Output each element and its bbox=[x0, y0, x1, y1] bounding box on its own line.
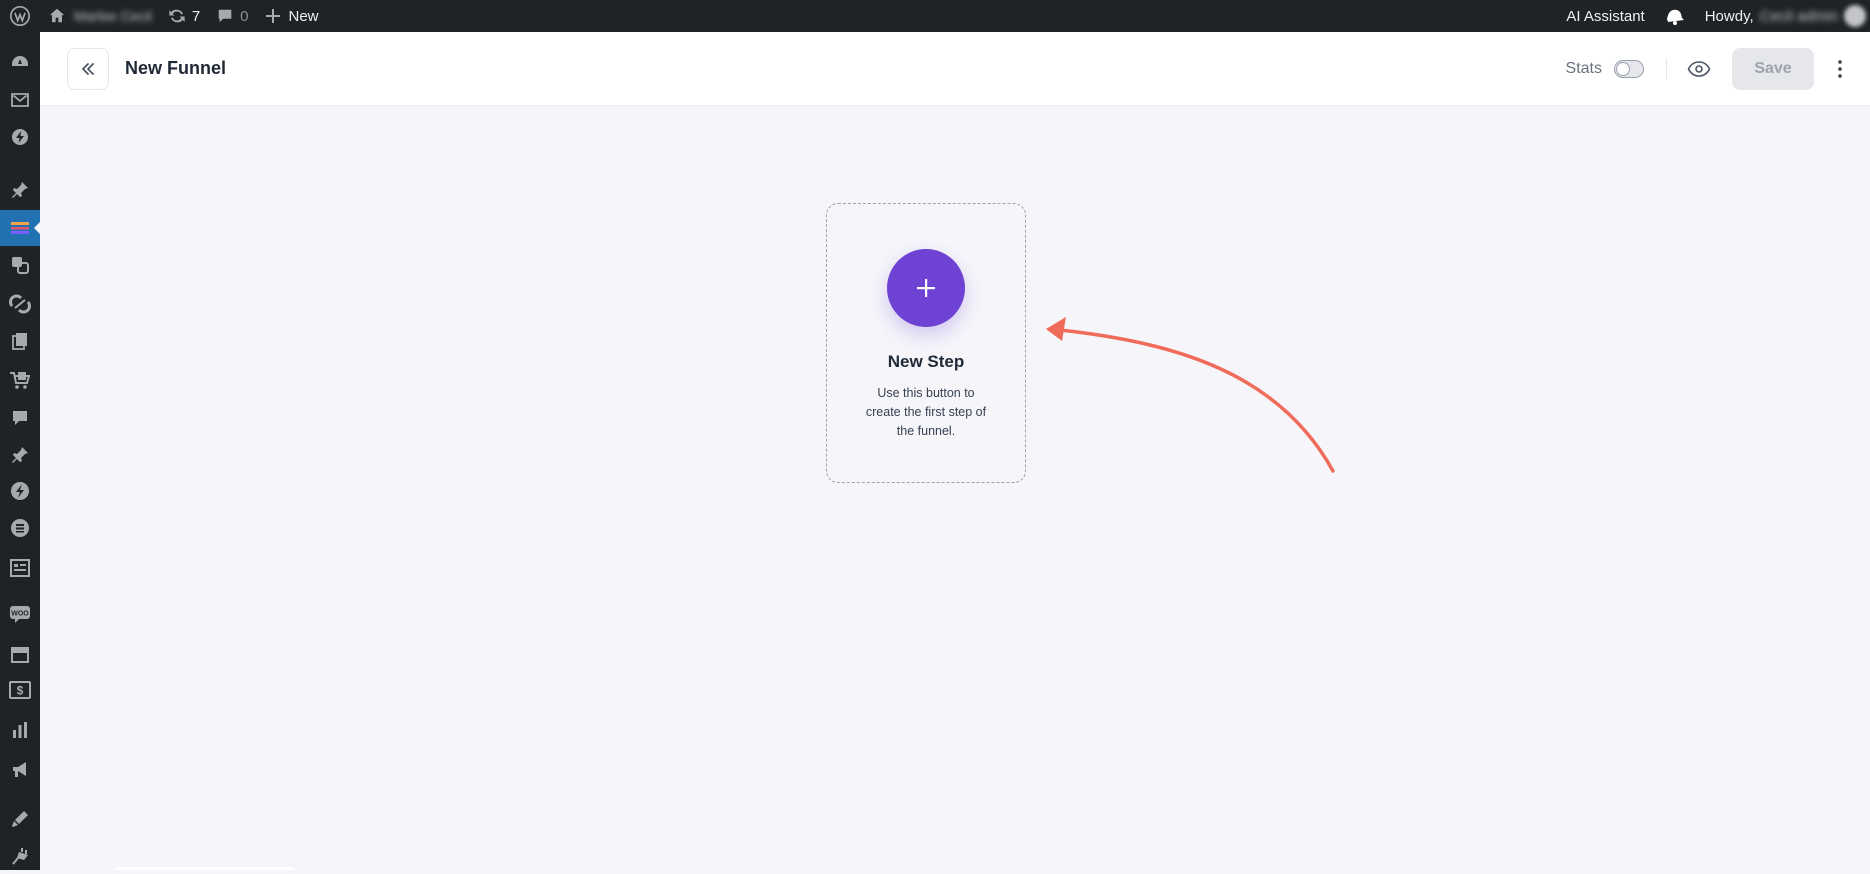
svg-text:WOO: WOO bbox=[11, 611, 29, 618]
pin-icon[interactable] bbox=[0, 437, 40, 473]
site-name-link[interactable]: Marlee Cecil bbox=[40, 0, 160, 32]
media-icon[interactable] bbox=[0, 247, 40, 283]
forms-icon[interactable] bbox=[0, 550, 40, 586]
back-button[interactable] bbox=[67, 47, 109, 90]
funnel-header: New Funnel Stats Save bbox=[40, 32, 1870, 106]
stats-toggle[interactable] bbox=[1614, 59, 1644, 78]
ai-assistant-link[interactable]: AI Assistant bbox=[1558, 0, 1656, 32]
archive-icon[interactable] bbox=[0, 636, 40, 672]
svg-text:$: $ bbox=[17, 684, 24, 698]
dashboard-icon[interactable] bbox=[0, 45, 40, 81]
avatar bbox=[1844, 5, 1866, 27]
site-name: Marlee Cecil bbox=[74, 8, 152, 24]
plus-icon bbox=[917, 279, 935, 297]
marketing-icon[interactable] bbox=[0, 751, 40, 787]
appearance-icon[interactable] bbox=[0, 801, 40, 837]
ai-assistant-label: AI Assistant bbox=[1566, 7, 1645, 25]
new-content-link[interactable]: New bbox=[257, 0, 327, 32]
chevrons-left-icon bbox=[82, 62, 94, 75]
new-label: New bbox=[288, 7, 319, 25]
lightning-icon[interactable] bbox=[0, 473, 40, 509]
stats-label: Stats bbox=[1565, 59, 1602, 77]
woo-icon[interactable]: WOO bbox=[0, 596, 40, 632]
wp-admin-bar: Marlee Cecil 7 0 New AI Assistant Howdy,… bbox=[0, 0, 1870, 32]
step-title: New Step bbox=[887, 352, 965, 371]
analytics-icon[interactable] bbox=[0, 712, 40, 748]
howdy-label: Howdy, bbox=[1704, 7, 1754, 25]
more-options-button[interactable] bbox=[1828, 59, 1852, 79]
new-step-card: New Step Use this button to create the f… bbox=[826, 203, 1026, 483]
dollar-icon[interactable]: $ bbox=[0, 672, 40, 708]
more-vertical-icon bbox=[1838, 59, 1842, 78]
comments-link[interactable]: 0 bbox=[208, 0, 256, 32]
toggle-knob bbox=[1616, 61, 1630, 76]
pages-icon[interactable] bbox=[0, 323, 40, 359]
bell-icon bbox=[1666, 9, 1684, 25]
comments-count: 0 bbox=[240, 7, 249, 25]
comments-icon[interactable] bbox=[0, 400, 40, 436]
plus-icon bbox=[265, 9, 280, 23]
eye-icon bbox=[1687, 60, 1711, 77]
elementor-icon[interactable] bbox=[0, 510, 40, 546]
funnel-icon[interactable] bbox=[0, 210, 40, 246]
mail-icon[interactable] bbox=[0, 82, 40, 118]
notifications-button[interactable] bbox=[1657, 0, 1697, 32]
user-account-menu[interactable]: Howdy, Cecil admin bbox=[1697, 0, 1870, 32]
cart-icon[interactable] bbox=[0, 362, 40, 398]
divider bbox=[1666, 57, 1667, 80]
comment-icon bbox=[218, 9, 232, 23]
pin-icon[interactable] bbox=[0, 172, 40, 208]
preview-button[interactable] bbox=[1685, 55, 1713, 83]
updates-count: 7 bbox=[191, 7, 201, 25]
plugins-icon[interactable] bbox=[0, 838, 40, 874]
step-description: Use this button to create the first step… bbox=[865, 386, 987, 438]
funnel-canvas[interactable]: New Step Use this button to create the f… bbox=[40, 107, 1870, 870]
user-name: Cecil admin bbox=[1759, 7, 1838, 25]
admin-side-menu: WOO $ bbox=[0, 32, 40, 870]
refresh-icon bbox=[169, 9, 185, 23]
page-title: New Funnel bbox=[125, 58, 227, 78]
wordpress-logo-icon[interactable] bbox=[0, 0, 40, 32]
updates-link[interactable]: 7 bbox=[160, 0, 208, 32]
save-button[interactable]: Save bbox=[1732, 47, 1814, 90]
add-step-button[interactable] bbox=[887, 249, 965, 327]
link-icon[interactable] bbox=[0, 286, 40, 322]
home-icon bbox=[49, 8, 65, 23]
bolt-icon[interactable] bbox=[0, 119, 40, 155]
